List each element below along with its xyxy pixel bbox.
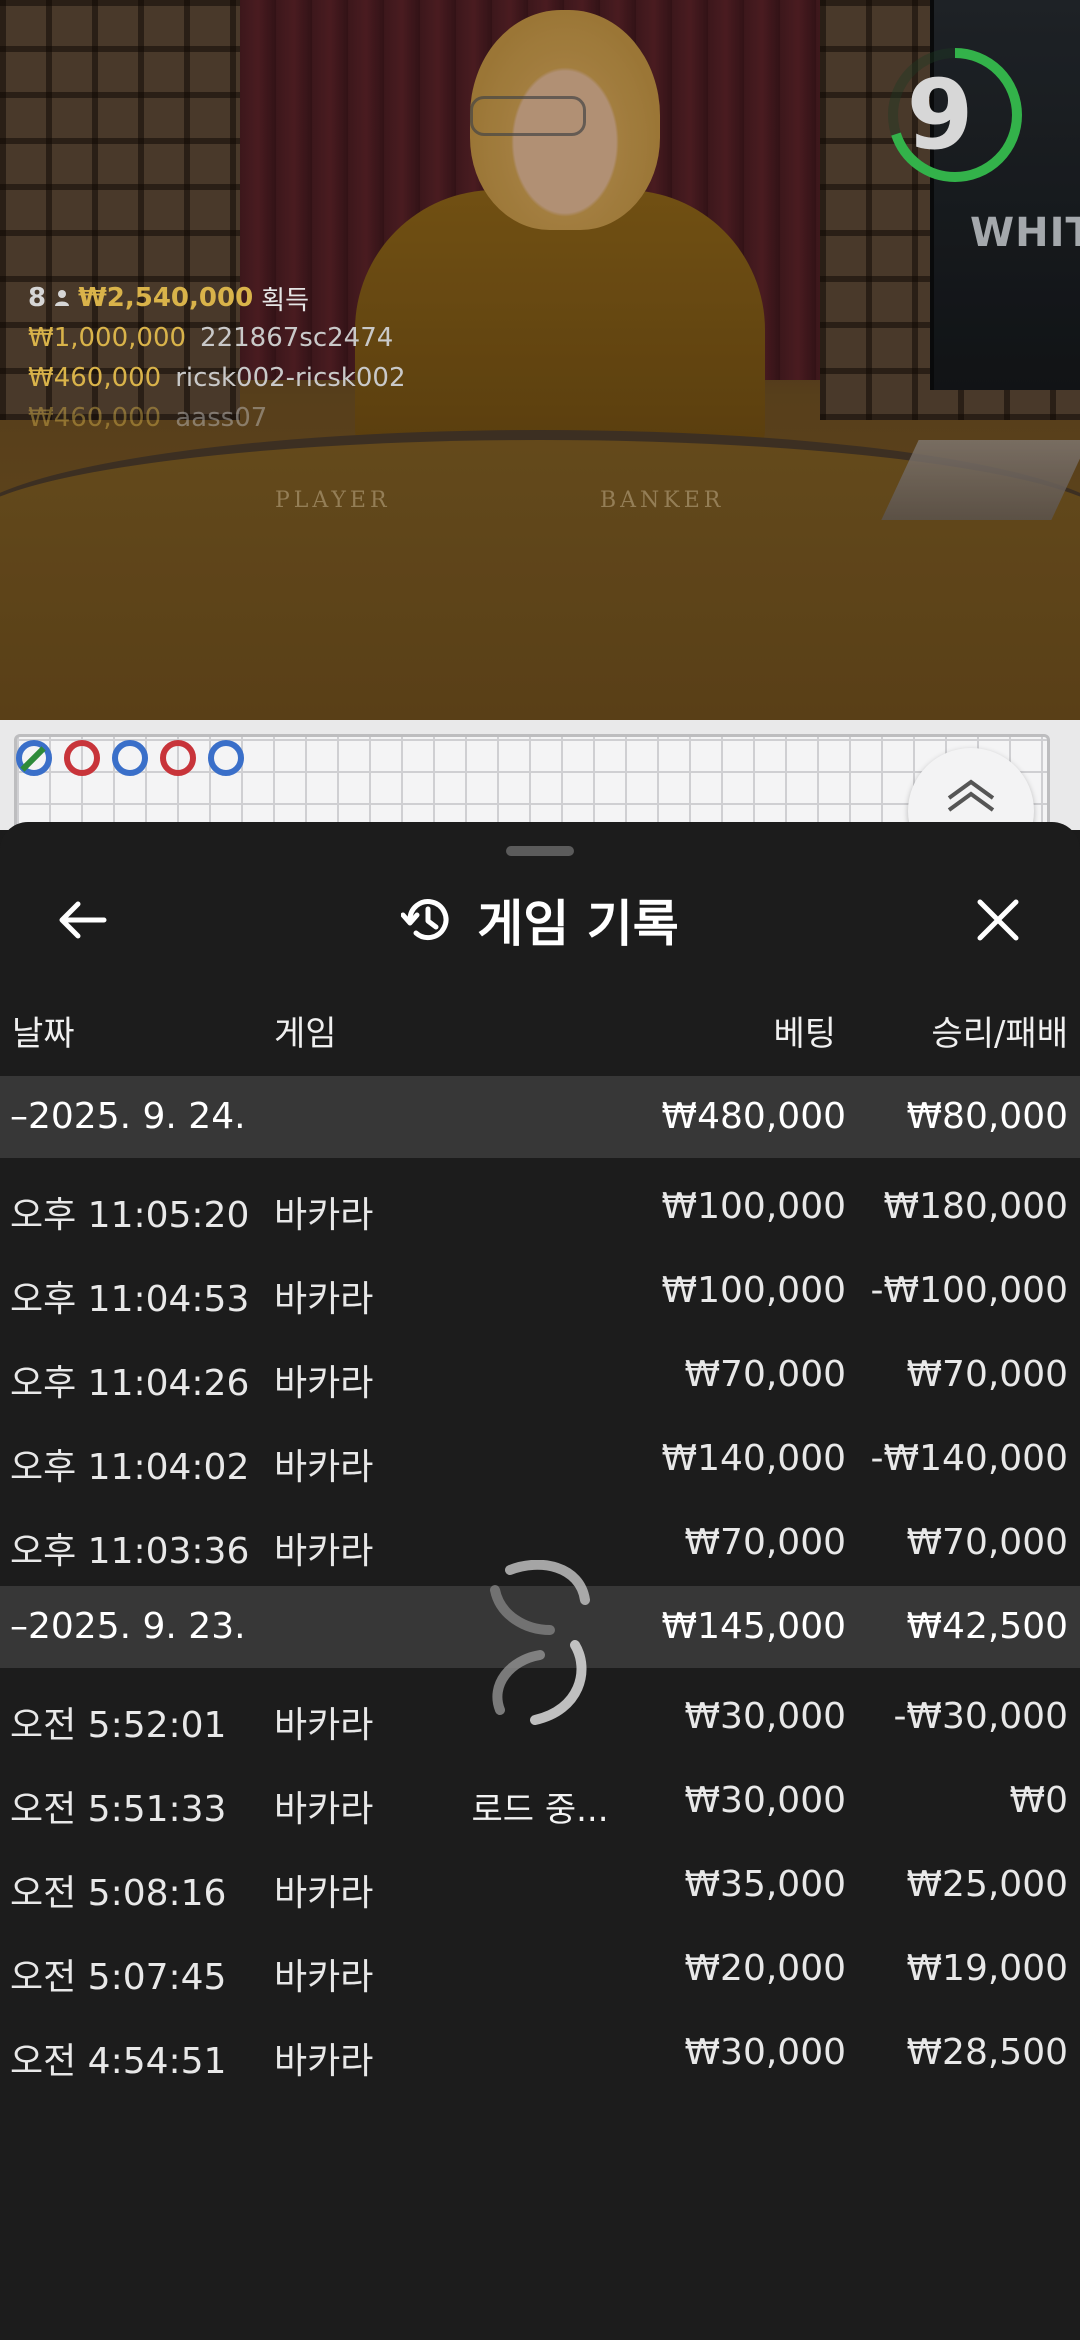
row-game: 바카라	[274, 1363, 374, 1404]
winner-amount: ₩1,000,000	[28, 323, 187, 353]
winner-row: ₩460,000 aass07	[28, 398, 406, 438]
tie-slash-mark	[20, 746, 46, 772]
column-header-result: 승리/패배	[931, 1014, 1068, 1054]
row-time: 오후 11:03:36	[10, 1531, 250, 1572]
chevron-up-icon	[947, 779, 995, 812]
row-game: 바카라	[274, 1873, 374, 1914]
row-bet: ₩30,000	[684, 2032, 846, 2073]
row-time: 오전 5:52:01	[10, 1705, 227, 1746]
sheet-title: 게임 기록	[477, 895, 679, 953]
road-bead	[208, 740, 244, 776]
row-bet: ₩35,000	[684, 1864, 846, 1905]
history-row[interactable]: 오후 11:04:02 바카라 ₩140,000 -₩140,000	[0, 1418, 1080, 1502]
winner-row: ₩1,000,000 221867sc2474	[28, 318, 406, 358]
row-result: ₩180,000	[883, 1186, 1068, 1227]
row-game: 바카라	[274, 1447, 374, 1488]
row-bet: ₩100,000	[661, 1270, 846, 1311]
winner-row: ₩460,000 ricsk002-ricsk002	[28, 358, 406, 398]
row-game: 바카라	[274, 1957, 374, 1998]
user-icon	[55, 290, 70, 306]
row-result: -₩30,000	[893, 1696, 1068, 1737]
loading-spinner-icon	[490, 1560, 590, 1725]
winners-total-label: 획득	[261, 285, 310, 316]
history-table-header: 날짜 게임 베팅 승리/패배	[0, 1006, 1080, 1062]
row-result: ₩28,500	[906, 2032, 1068, 2073]
column-header-game: 게임	[274, 1014, 337, 1054]
history-row[interactable]: 오전 5:08:16 바카라 ₩35,000 ₩25,000	[0, 1844, 1080, 1928]
row-result: -₩100,000	[870, 1270, 1068, 1311]
group-bet-total: ₩480,000	[661, 1096, 846, 1137]
history-icon	[401, 899, 449, 941]
row-bet: ₩30,000	[684, 1780, 846, 1821]
loading-text: 로드 중...	[471, 1790, 609, 1830]
column-header-date: 날짜	[12, 1014, 75, 1054]
row-game: 바카라	[274, 1531, 374, 1572]
winners-count: 8	[28, 283, 47, 313]
row-bet: ₩70,000	[684, 1522, 846, 1563]
row-result: -₩140,000	[870, 1438, 1068, 1479]
group-date: –2025. 9. 24.	[10, 1096, 246, 1137]
close-button[interactable]	[962, 884, 1034, 956]
row-time: 오전 5:08:16	[10, 1873, 227, 1914]
road-bead	[112, 740, 148, 776]
winners-overlay: 8 ₩2,540,000 획득 ₩1,000,000 221867sc2474 ₩4…	[28, 278, 406, 438]
group-date: –2025. 9. 23.	[10, 1606, 246, 1647]
row-bet: ₩100,000	[661, 1186, 846, 1227]
history-row[interactable]: 오후 11:05:20 바카라 ₩100,000 ₩180,000	[0, 1166, 1080, 1250]
road-bead	[64, 740, 100, 776]
row-time: 오후 11:04:02	[10, 1447, 250, 1488]
close-icon	[977, 899, 1019, 941]
date-group-header[interactable]: –2025. 9. 24. ₩480,000 ₩80,000	[0, 1076, 1080, 1158]
row-time: 오전 5:51:33	[10, 1789, 227, 1830]
winners-total-amount: ₩2,540,000	[78, 283, 254, 313]
history-row[interactable]: 오전 4:54:51 바카라 ₩30,000 ₩28,500	[0, 2012, 1080, 2096]
column-header-bet: 베팅	[773, 1014, 836, 1054]
history-row[interactable]: 오후 11:04:26 바카라 ₩70,000 ₩70,000	[0, 1334, 1080, 1418]
row-time: 오후 11:05:20	[10, 1195, 250, 1236]
row-result: ₩70,000	[906, 1354, 1068, 1395]
row-bet: ₩20,000	[684, 1948, 846, 1989]
row-result: ₩0	[1009, 1780, 1069, 1821]
row-game: 바카라	[274, 1705, 374, 1746]
row-game: 바카라	[274, 1279, 374, 1320]
row-bet: ₩30,000	[684, 1696, 846, 1737]
sheet-drag-handle[interactable]	[506, 846, 574, 856]
row-result: ₩25,000	[906, 1864, 1068, 1905]
row-bet: ₩140,000	[661, 1438, 846, 1479]
winner-name: ricsk002-ricsk002	[175, 363, 406, 393]
row-time: 오전 5:07:45	[10, 1957, 227, 1998]
countdown-timer-value: 9	[906, 59, 974, 171]
row-time: 오후 11:04:26	[10, 1363, 250, 1404]
row-result: ₩70,000	[906, 1522, 1068, 1563]
road-bead	[160, 740, 196, 776]
row-game: 바카라	[274, 1195, 374, 1236]
winner-amount: ₩460,000	[28, 363, 162, 393]
history-row[interactable]: 오후 11:04:53 바카라 ₩100,000 -₩100,000	[0, 1250, 1080, 1334]
sheet-header: 게임 기록	[0, 884, 1080, 956]
row-game: 바카라	[274, 1789, 374, 1830]
winner-name: 221867sc2474	[200, 323, 394, 353]
group-result-total: ₩42,500	[906, 1606, 1068, 1647]
row-time: 오후 11:04:53	[10, 1279, 250, 1320]
row-time: 오전 4:54:51	[10, 2041, 227, 2082]
winner-amount: ₩460,000	[28, 403, 162, 433]
winners-total: 8 ₩2,540,000 획득	[28, 278, 406, 318]
group-result-total: ₩80,000	[906, 1096, 1068, 1137]
row-bet: ₩70,000	[684, 1354, 846, 1395]
row-game: 바카라	[274, 2041, 374, 2082]
winner-name: aass07	[175, 403, 268, 433]
history-row[interactable]: 오전 5:07:45 바카라 ₩20,000 ₩19,000	[0, 1928, 1080, 2012]
row-result: ₩19,000	[906, 1948, 1068, 1989]
road-bead	[16, 740, 52, 776]
group-bet-total: ₩145,000	[661, 1606, 846, 1647]
